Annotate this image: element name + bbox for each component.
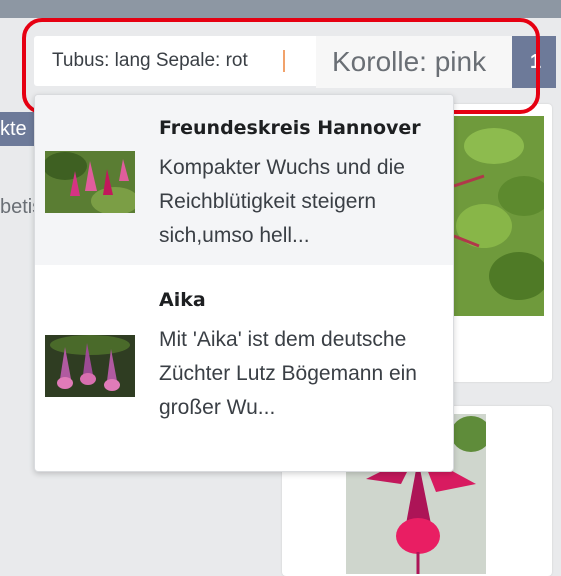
suggestion-dropdown: Freundeskreis Hannover Kompakter Wuchs u… (34, 94, 454, 472)
top-bar (0, 0, 561, 18)
sidebar-text: betis (0, 196, 36, 218)
fuchsia-thumbnail (45, 151, 135, 213)
suggestion-description: Kompakter Wuchs und die Reichblütigkeit … (159, 156, 405, 247)
suggestion-title: Aika (159, 289, 206, 311)
suggestion-item[interactable]: Freundeskreis Hannover Kompakter Wuchs u… (35, 95, 453, 265)
suggestion-title: Freundeskreis Hannover (159, 117, 421, 139)
text-cursor (283, 50, 285, 72)
suggestion-item[interactable]: Aika Mit 'Aika' ist dem deutsche Züchter… (35, 267, 453, 437)
category-tab-label: kte (0, 118, 27, 140)
page-button[interactable]: 1 (512, 36, 556, 88)
fuchsia-thumbnail (45, 335, 135, 397)
plant-photo (454, 116, 544, 316)
suggestion-description: Mit 'Aika' ist dem deutsche Züchter Lutz… (159, 328, 417, 419)
filter-chip-korolle[interactable]: Korolle: pink (316, 36, 512, 88)
search-tags-text: Tubus: lang Sepale: rot (52, 50, 248, 71)
category-tab[interactable]: kte (0, 112, 36, 146)
